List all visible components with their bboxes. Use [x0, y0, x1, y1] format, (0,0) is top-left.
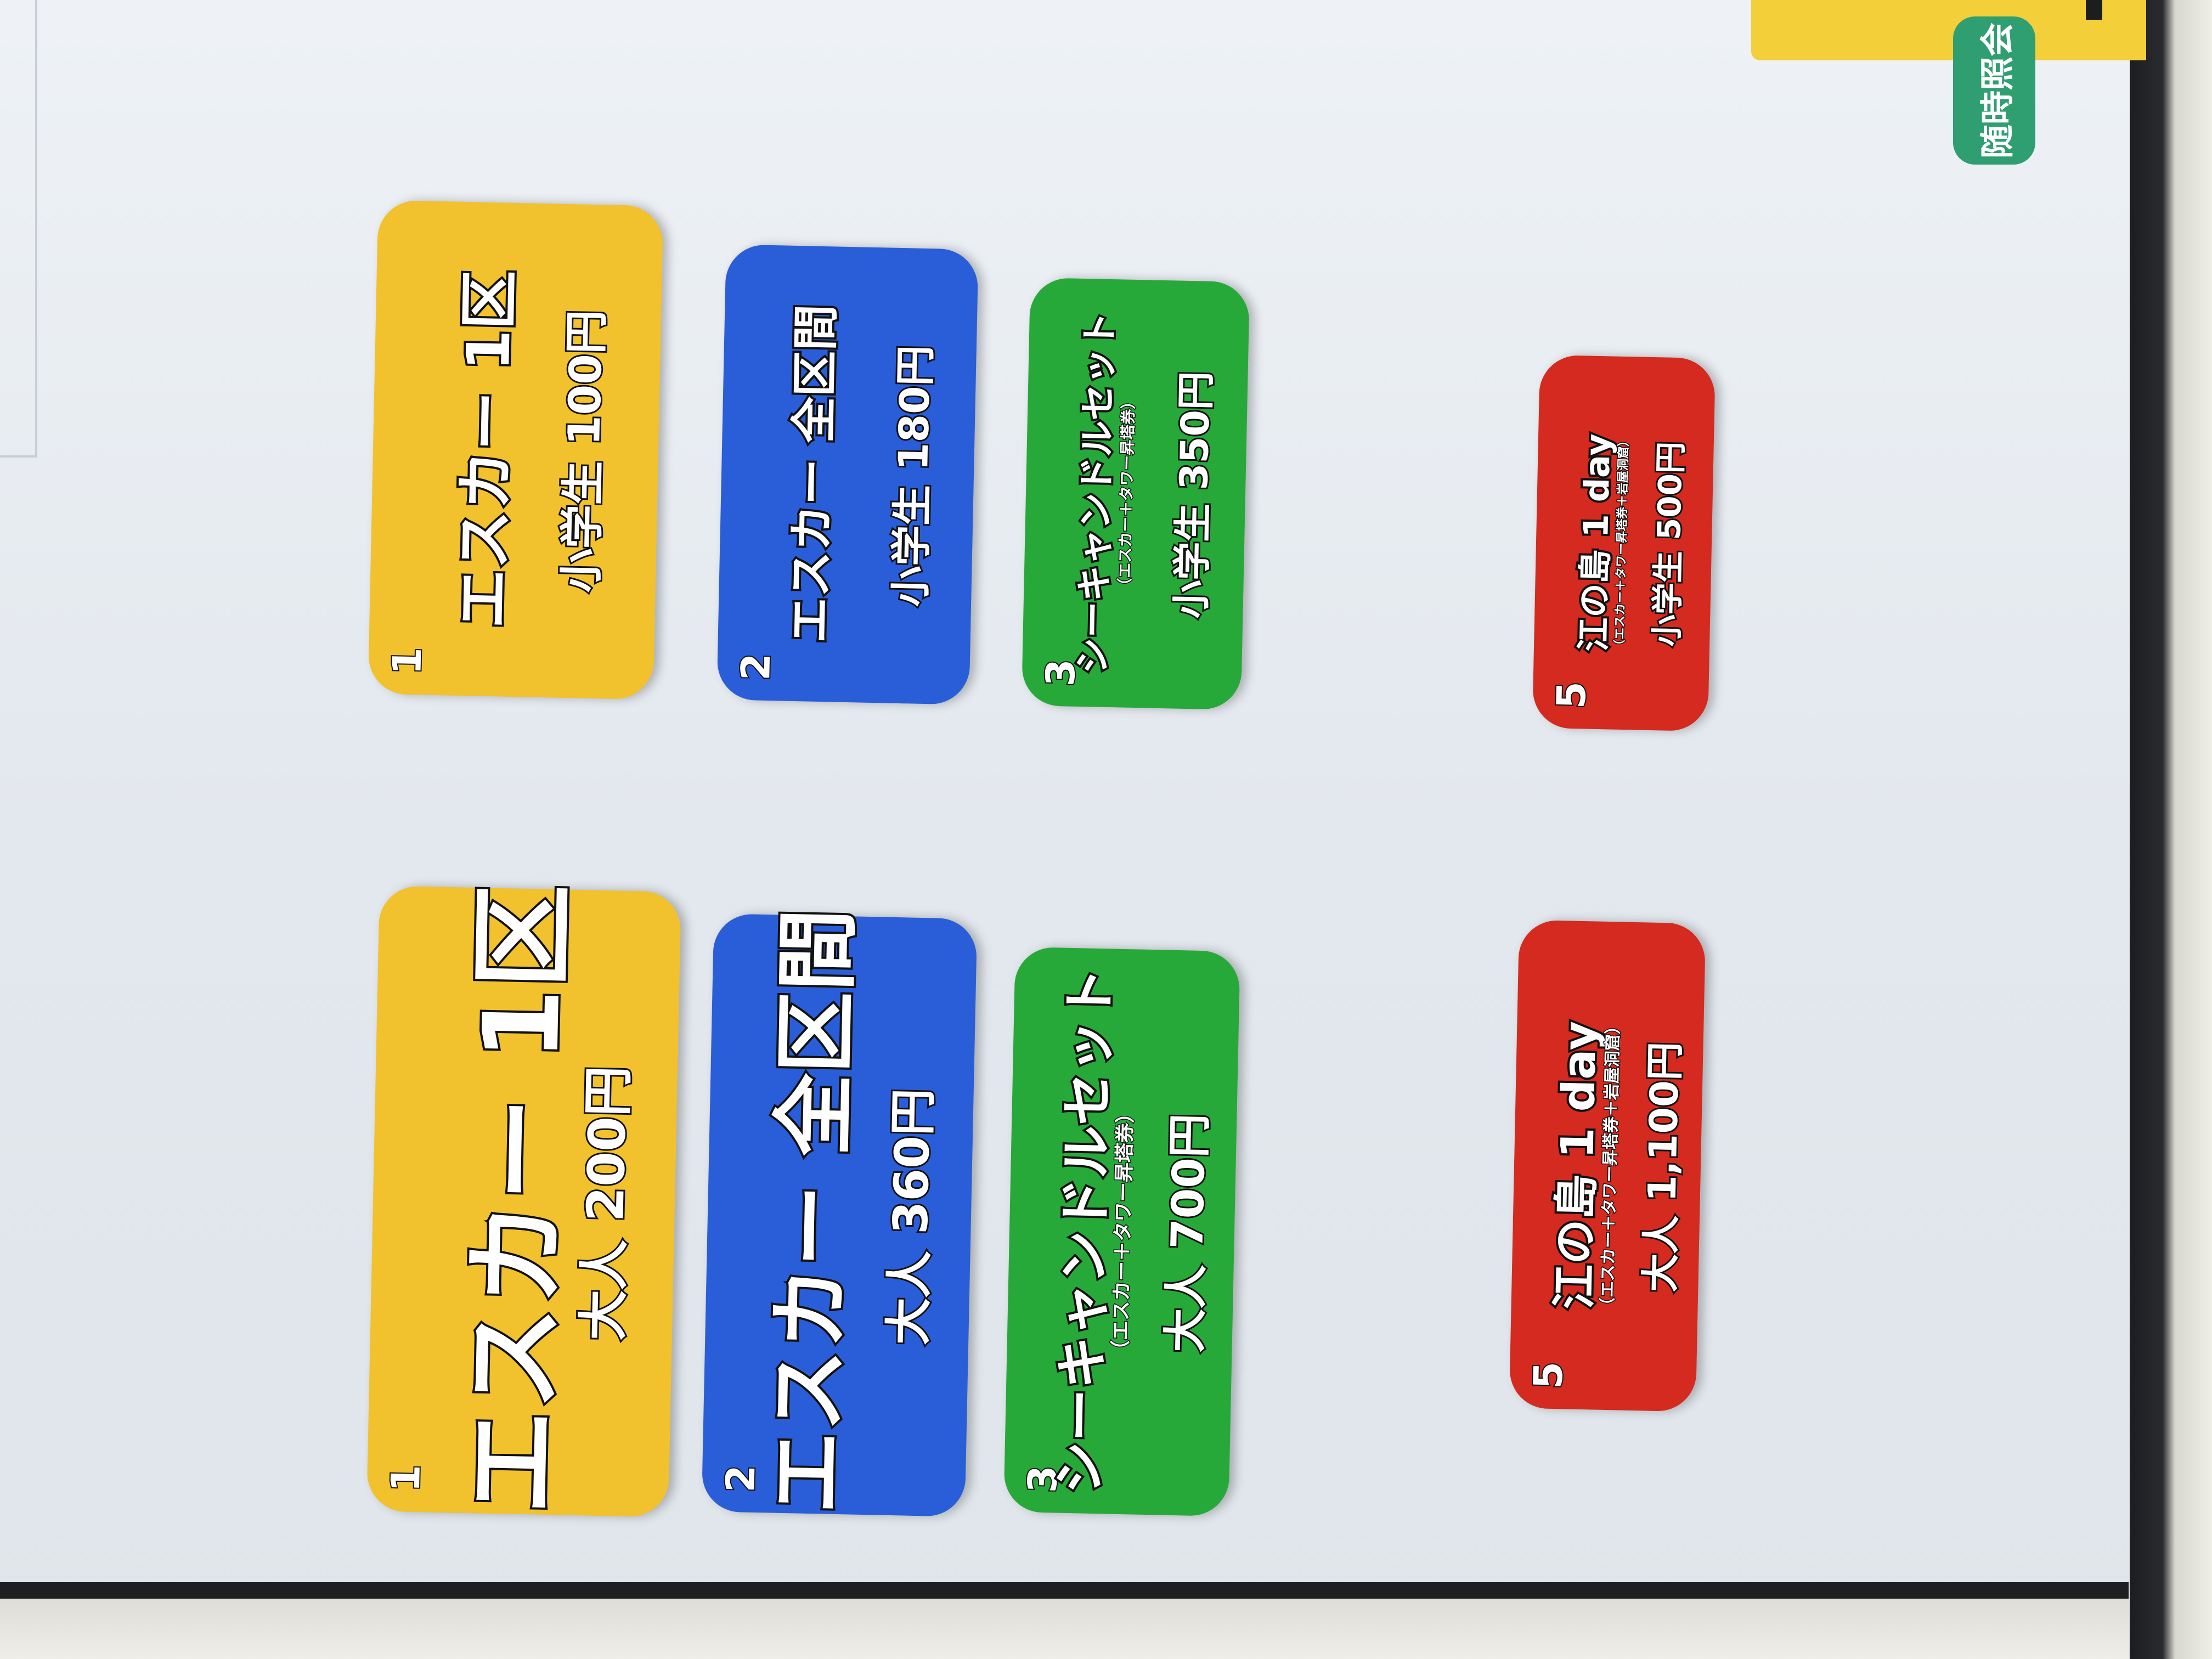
ticket-fare: 小学生 350円 [1167, 369, 1220, 620]
ticket-fare: 大人 700円 [1158, 1111, 1217, 1355]
ticket-button-adult-sea-candle[interactable]: 3 シーキャンドルセット （エスカー＋タワー昇塔券） 大人 700円 [1003, 946, 1240, 1517]
inquiry-button[interactable]: 随時照会 [1953, 16, 2035, 165]
ticket-title: エスカー 全区間 [781, 302, 846, 646]
ticket-fare: 大人 200円 [572, 1064, 640, 1342]
ticket-button-adult-1day[interactable]: 5 江の島 1 day （エスカー＋タワー昇塔券＋岩屋洞窟） 大人 1,100円 [1509, 919, 1706, 1412]
ticket-button-child-sea-candle[interactable]: 3 シーキャンドルセット （エスカー＋タワー昇塔券） 小学生 350円 [1021, 277, 1250, 710]
ticket-number: 1 [381, 1463, 430, 1494]
ticket-number: 1 [382, 646, 431, 676]
ticket-fare: 小学生 180円 [885, 343, 941, 609]
kiosk-bezel [2130, 0, 2212, 1659]
ticket-selection-screen: 1 エスカー 1区 大人 200円 2 エスカー 全区間 大人 360円 3 シ… [0, 0, 2118, 1569]
ticket-title: エスカー 全区間 [757, 906, 870, 1517]
ticket-fare: 小学生 100円 [554, 308, 614, 595]
kiosk-frame-bottom [0, 1582, 2129, 1659]
ticket-button-child-all[interactable]: 2 エスカー 全区間 小学生 180円 [716, 244, 979, 705]
ticket-title: エスカー 1区 [447, 267, 527, 631]
ticket-fare: 大人 360円 [879, 1086, 943, 1347]
ticket-fare: 大人 1,100円 [1636, 1040, 1690, 1294]
ticket-button-adult-all[interactable]: 2 エスカー 全区間 大人 360円 [701, 906, 978, 1517]
ticket-fare: 小学生 500円 [1646, 439, 1691, 648]
ticket-button-child-1day[interactable]: 5 江の島 1 day （エスカー＋タワー昇塔券＋岩屋洞窟） 小学生 500円 [1532, 354, 1716, 732]
ticket-button-child-zone1[interactable]: 1 エスカー 1区 小学生 100円 [368, 200, 664, 700]
ticket-button-adult-zone1[interactable]: 1 エスカー 1区 大人 200円 [366, 881, 681, 1517]
